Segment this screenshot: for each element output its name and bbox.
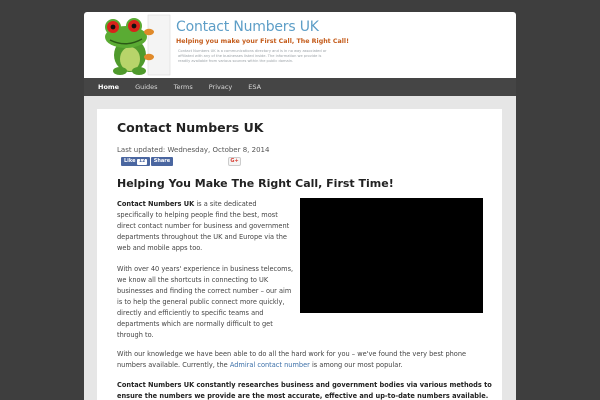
content-area: Contact Numbers UK Last updated: Wednesd… [84,96,516,400]
nav-item-guides[interactable]: Guides [127,78,165,96]
nav-item-terms[interactable]: Terms [166,78,201,96]
nav-item-privacy[interactable]: Privacy [201,78,241,96]
section-heading: Helping You Make The Right Call, First T… [117,177,394,190]
main-navigation: Home Guides Terms Privacy ESA [84,78,516,96]
facebook-share-button[interactable]: Share [150,157,174,166]
last-updated-text: Last updated: Wednesday, October 8, 2014 [117,146,270,154]
page-title: Contact Numbers UK [117,120,264,135]
admiral-contact-link[interactable]: Admiral contact number [230,361,310,369]
intro-paragraph: Contact Numbers UK is a site dedicated s… [117,199,295,254]
facebook-like-button[interactable]: Like 12 [121,157,150,166]
social-share-bar: Like 12 Share [121,157,174,166]
logo-disclaimer: Contact Numbers UK is a communications d… [178,49,327,64]
experience-paragraph: With over 40 years' experience in busine… [117,265,294,339]
nav-item-home[interactable]: Home [90,78,127,96]
nav-item-esa[interactable]: ESA [240,78,269,96]
research-paragraph: Contact Numbers UK constantly researches… [117,381,492,400]
knowledge-text-b: is among our most popular. [309,361,403,369]
facebook-like-count: 12 [137,158,147,165]
logo-tagline: Helping you make your First Call, The Ri… [176,38,349,45]
site-container: Contact Numbers UK Helping you make your… [84,12,516,400]
knowledge-paragraph: With our knowledge we have been able to … [117,349,492,371]
article-card: Contact Numbers UK Last updated: Wednesd… [97,109,502,400]
facebook-like-label: Like [124,158,136,164]
google-plus-button[interactable]: G+ [228,157,241,166]
site-header: Contact Numbers UK Helping you make your… [84,12,516,78]
video-embed[interactable] [300,198,483,313]
intro-bold-name: Contact Numbers UK [117,200,195,208]
frog-logo-icon[interactable] [96,13,171,77]
logo-title[interactable]: Contact Numbers UK [176,19,319,35]
